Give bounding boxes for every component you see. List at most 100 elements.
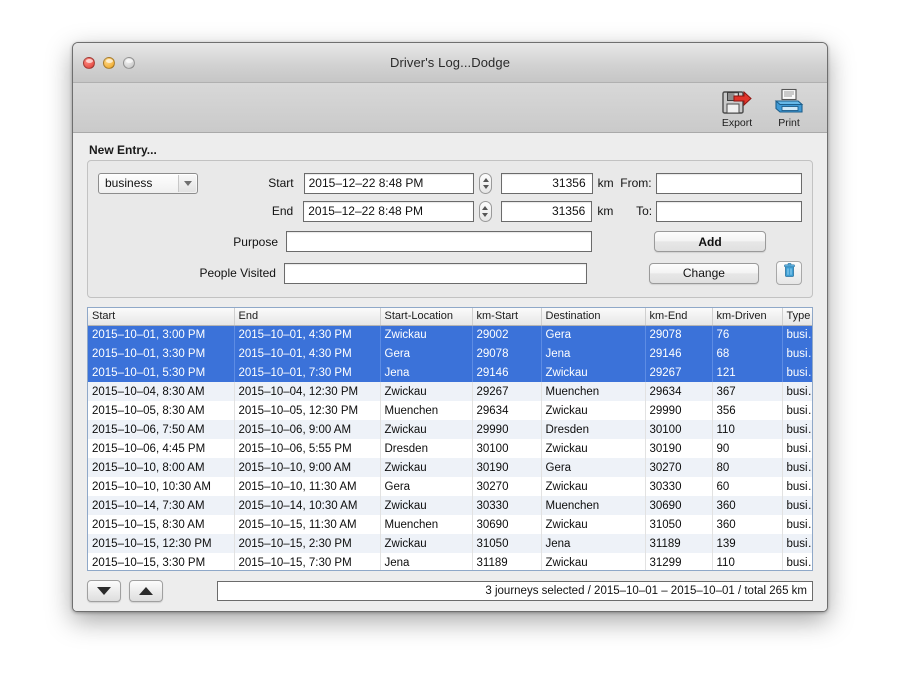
table-row[interactable]: 2015–10–10, 8:00 AM2015–10–10, 9:00 AMZw… [88,458,813,477]
journeys-table[interactable]: Start End Start-Location km-Start Destin… [87,307,813,571]
table-cell: 29990 [472,420,541,439]
column-header-start-location[interactable]: Start-Location [380,308,472,325]
purpose-input[interactable] [286,231,592,252]
table-row[interactable]: 2015–10–01, 3:00 PM2015–10–01, 4:30 PMZw… [88,325,813,344]
start-row: business Start 2015–12–22 8:48 PM 31356 … [98,169,802,197]
table-row[interactable]: 2015–10–15, 12:30 PM2015–10–15, 2:30 PMZ… [88,534,813,553]
table-cell: Gera [380,344,472,363]
purpose-label: Purpose [98,235,286,249]
table-header-row: Start End Start-Location km-Start Destin… [88,308,813,325]
column-header-start[interactable]: Start [88,308,234,325]
print-icon [774,86,804,116]
column-header-type[interactable]: Type [782,308,813,325]
table-cell: 31189 [472,553,541,571]
table-cell: 2015–10–15, 12:30 PM [88,534,234,553]
table-cell: 31050 [472,534,541,553]
column-header-km-end[interactable]: km-End [645,308,712,325]
table-cell: 90 [712,439,782,458]
start-datetime-input[interactable]: 2015–12–22 8:48 PM [304,173,474,194]
table-cell: 2015–10–10, 11:30 AM [234,477,380,496]
column-header-end[interactable]: End [234,308,380,325]
delete-button[interactable] [776,261,802,285]
status-field: 3 journeys selected / 2015–10–01 – 2015–… [217,581,813,601]
table-row[interactable]: 2015–10–15, 8:30 AM2015–10–15, 11:30 AMM… [88,515,813,534]
table-cell: Muenchen [541,496,645,515]
column-header-km-driven[interactable]: km-Driven [712,308,782,325]
from-input[interactable] [656,173,802,194]
toolbar: Export Print [73,83,827,133]
table-cell: 80 [712,458,782,477]
table-cell: 2015–10–06, 7:50 AM [88,420,234,439]
table-cell: 29634 [472,401,541,420]
table-cell: 2015–10–10, 10:30 AM [88,477,234,496]
table-row[interactable]: 2015–10–04, 8:30 AM2015–10–04, 12:30 PMZ… [88,382,813,401]
table-cell: busi… [782,496,813,515]
table-cell: Zwickau [541,553,645,571]
table-cell: Gera [541,325,645,344]
table-cell: 2015–10–14, 10:30 AM [234,496,380,515]
purpose-row: Purpose Add [98,225,802,258]
table-cell: Jena [541,344,645,363]
column-header-km-start[interactable]: km-Start [472,308,541,325]
table-cell: 30690 [472,515,541,534]
table-cell: busi… [782,534,813,553]
table-row[interactable]: 2015–10–06, 4:45 PM2015–10–06, 5:55 PMDr… [88,439,813,458]
print-button[interactable]: Print [763,86,815,131]
end-km-input[interactable]: 31356 [501,201,592,222]
table-cell: 139 [712,534,782,553]
scroll-up-button[interactable] [129,580,163,602]
screen: Driver's Log...Dodge Export [0,0,900,675]
table-cell: 60 [712,477,782,496]
from-label: From: [620,176,656,190]
table-row[interactable]: 2015–10–14, 7:30 AM2015–10–14, 10:30 AMZ… [88,496,813,515]
to-input[interactable] [656,201,802,222]
start-stepper[interactable] [479,173,492,194]
change-button[interactable]: Change [649,263,760,284]
category-dropdown[interactable]: business [98,173,198,194]
add-button[interactable]: Add [654,231,766,252]
application-window: Driver's Log...Dodge Export [72,42,828,612]
table-row[interactable]: 2015–10–06, 7:50 AM2015–10–06, 9:00 AMZw… [88,420,813,439]
table-cell: 68 [712,344,782,363]
category-value: business [105,176,152,190]
new-entry-title: New Entry... [89,143,813,157]
table-row[interactable]: 2015–10–01, 3:30 PM2015–10–01, 4:30 PMGe… [88,344,813,363]
table-cell: 2015–10–01, 3:30 PM [88,344,234,363]
export-button[interactable]: Export [711,86,763,131]
table-cell: busi… [782,325,813,344]
table-cell: 2015–10–15, 11:30 AM [234,515,380,534]
table-cell: 31050 [645,515,712,534]
export-label: Export [722,117,752,129]
table-row[interactable]: 2015–10–05, 8:30 AM2015–10–05, 12:30 PMM… [88,401,813,420]
table-row[interactable]: 2015–10–01, 5:30 PM2015–10–01, 7:30 PMJe… [88,363,813,382]
to-label: To: [620,204,656,218]
column-header-destination[interactable]: Destination [541,308,645,325]
table-cell: Jena [380,553,472,571]
end-km-unit: km [597,204,620,218]
table-cell: Zwickau [380,382,472,401]
table-cell: 29634 [645,382,712,401]
table-row[interactable]: 2015–10–15, 3:30 PM2015–10–15, 7:30 PMJe… [88,553,813,571]
start-km-input[interactable]: 31356 [501,173,592,194]
table-cell: 29267 [645,363,712,382]
people-visited-input[interactable] [284,263,587,284]
end-stepper[interactable] [479,201,492,222]
table-cell: 2015–10–04, 12:30 PM [234,382,380,401]
chevron-down-icon[interactable] [178,175,196,192]
end-datetime-input[interactable]: 2015–12–22 8:48 PM [303,201,473,222]
scroll-down-button[interactable] [87,580,121,602]
table-cell: busi… [782,515,813,534]
table-cell: Zwickau [380,496,472,515]
table-cell: 30100 [472,439,541,458]
people-visited-label: People Visited [98,266,284,280]
table-cell: 2015–10–01, 7:30 PM [234,363,380,382]
table-cell: 2015–10–15, 3:30 PM [88,553,234,571]
table-cell: 29002 [472,325,541,344]
table-cell: busi… [782,363,813,382]
table-cell: 31189 [645,534,712,553]
bottom-bar: 3 journeys selected / 2015–10–01 – 2015–… [73,571,827,611]
title-bar[interactable]: Driver's Log...Dodge [73,43,827,83]
table-cell: 360 [712,496,782,515]
export-icon [722,86,752,116]
table-row[interactable]: 2015–10–10, 10:30 AM2015–10–10, 11:30 AM… [88,477,813,496]
